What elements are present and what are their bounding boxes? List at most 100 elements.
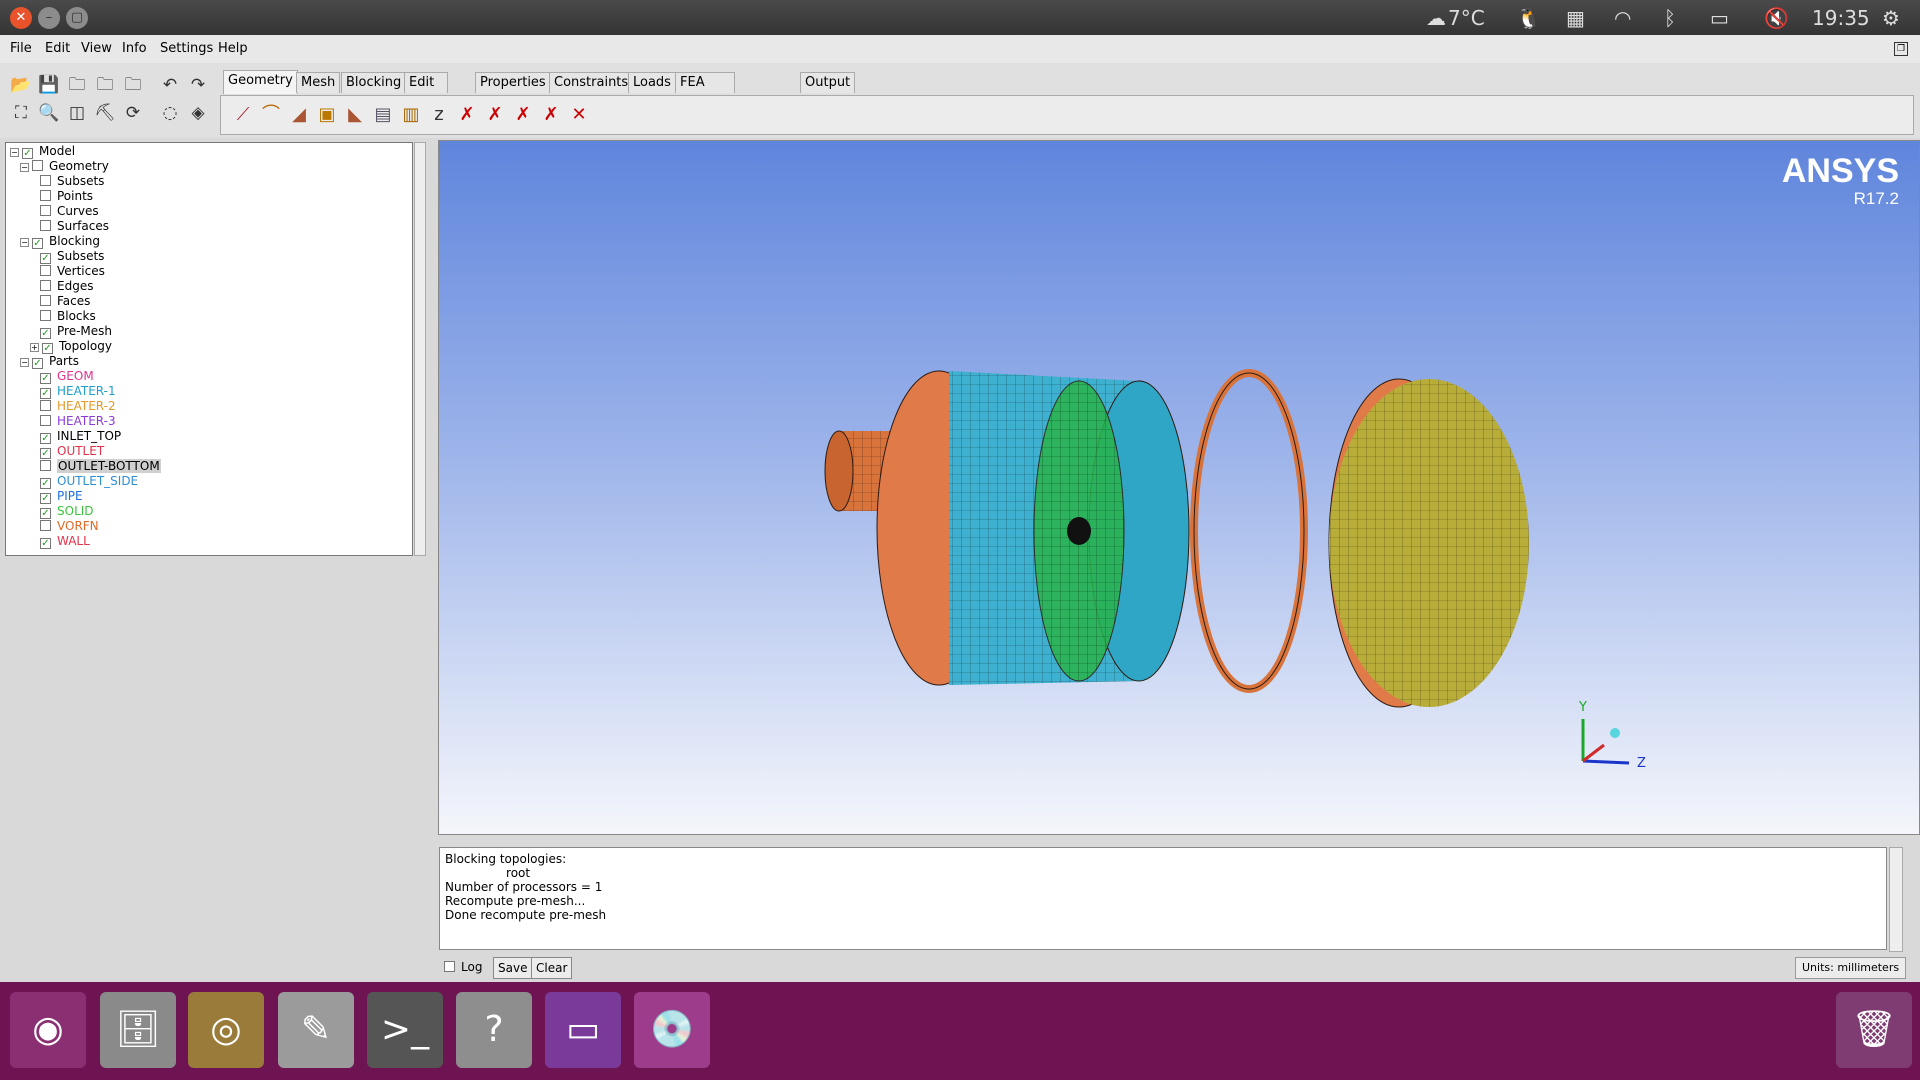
tab-edit-mesh[interactable]: Edit Mesh [404, 72, 449, 110]
tux-icon[interactable]: 🐧 [1516, 6, 1541, 30]
tree-node-model[interactable]: − ✓ Model [10, 144, 75, 159]
tab-constraints[interactable]: Constraints [549, 72, 634, 93]
disk-drive-icon[interactable]: 💿 [634, 992, 710, 1068]
weather-icon[interactable]: ☁ [1426, 6, 1446, 30]
tree-part-pipe[interactable]: ✓ PIPE [40, 489, 83, 504]
battery-icon[interactable]: ▭ [1710, 6, 1729, 30]
log-scrollbar[interactable] [1889, 847, 1903, 952]
outlet-ring[interactable] [1190, 369, 1308, 693]
tree-part-outlet[interactable]: ✓ OUTLET [40, 444, 104, 459]
tree-item-pre-mesh[interactable]: ✓ Pre-Mesh [40, 324, 112, 339]
heater-body[interactable] [876, 370, 1190, 686]
mesh-view-icon[interactable]: ⛏ [93, 101, 117, 125]
tree-part-heater-1[interactable]: ✓ HEATER-1 [40, 384, 116, 399]
trash-icon[interactable]: 🗑 [1836, 992, 1912, 1068]
delete-point-icon[interactable]: ✗ [455, 103, 479, 127]
tree-node-parts[interactable]: − ✓ Parts [20, 354, 79, 369]
tree-scrollbar[interactable] [414, 142, 426, 556]
outlet-dome[interactable] [1328, 378, 1529, 708]
menu-settings[interactable]: Settings [160, 41, 213, 56]
transform-geometry-icon[interactable]: ▤ [371, 103, 395, 127]
ubuntu-logo-icon[interactable]: ◉ [10, 992, 86, 1068]
tree-item-topology[interactable]: + ✓ Topology [30, 339, 112, 354]
menu-view[interactable]: View [81, 41, 112, 56]
delete-any-entity-icon[interactable]: ✕ [567, 103, 591, 127]
shading-icon[interactable]: ◈ [186, 101, 210, 125]
close-window-button[interactable]: ✕ [10, 7, 32, 29]
tab-blocking[interactable]: Blocking [341, 72, 407, 93]
tree-part-outlet-side[interactable]: ✓ OUTLET_SIDE [40, 474, 138, 489]
text-editor-icon[interactable]: ✎ [278, 992, 354, 1068]
menu-file[interactable]: File [10, 41, 32, 56]
tree-part-inlet-top[interactable]: ✓ INLET_TOP [40, 429, 121, 444]
tree-part-outlet-bottom[interactable]: OUTLET-BOTTOM [40, 459, 161, 474]
volume-muted-icon[interactable]: 🔇 [1764, 6, 1789, 30]
tree-part-vorfn[interactable]: VORFN [40, 519, 99, 534]
delete-body-icon[interactable]: ✗ [539, 103, 563, 127]
create-point-icon[interactable]: ⟋ [231, 103, 255, 127]
tree-item-edges[interactable]: Edges [40, 279, 93, 294]
restore-window-icon[interactable]: ❐ [1894, 42, 1908, 56]
menu-edit[interactable]: Edit [45, 41, 70, 56]
tree-item-vertices[interactable]: Vertices [40, 264, 105, 279]
zoom-icon[interactable]: 🔍 [37, 101, 61, 125]
fit-window-icon[interactable]: ⛶ [9, 101, 33, 125]
menu-info[interactable]: Info [122, 41, 147, 56]
menu-help[interactable]: Help [218, 41, 248, 56]
midsurface-icon[interactable]: ▥ [399, 103, 423, 127]
tree-item-curves[interactable]: Curves [40, 204, 99, 219]
tree-part-wall[interactable]: ✓ WALL [40, 534, 90, 549]
tab-geometry[interactable]: Geometry [223, 70, 298, 94]
delete-curve-icon[interactable]: ✗ [483, 103, 507, 127]
repair-geometry-icon[interactable]: ◣ [343, 103, 367, 127]
clock[interactable]: 19:35 [1812, 6, 1870, 30]
create-faceted-icon[interactable]: z [427, 103, 451, 127]
calendar-icon[interactable]: ▦ [1566, 6, 1585, 30]
tree-part-heater-3[interactable]: HEATER-3 [40, 414, 116, 429]
temperature-label[interactable]: 7°C [1448, 6, 1485, 30]
file-manager-icon[interactable]: 🗄 [100, 992, 176, 1068]
settings-gear-icon[interactable]: ⚙ [1882, 6, 1900, 30]
tree-item-surfaces[interactable]: Surfaces [40, 219, 109, 234]
mesh-model[interactable]: Y Z [439, 141, 1919, 834]
maximize-window-button[interactable]: ▢ [66, 7, 88, 29]
tree-item-points[interactable]: Points [40, 189, 93, 204]
tree-item-faces[interactable]: Faces [40, 294, 90, 309]
undo-icon[interactable]: ↶ [158, 73, 182, 97]
tab-mesh[interactable]: Mesh [296, 72, 341, 93]
refresh-icon[interactable]: ⟳ [121, 101, 145, 125]
open-folder-icon[interactable]: 📂 [9, 73, 33, 97]
tree-item-blocks[interactable]: Blocks [40, 309, 96, 324]
tab-loads[interactable]: Loads [628, 72, 676, 93]
tab-properties[interactable]: Properties [475, 72, 551, 93]
window-app-icon[interactable]: ▭ [545, 992, 621, 1068]
tab-output-mesh[interactable]: Output Mesh [800, 72, 856, 110]
save-button[interactable]: Save [493, 957, 533, 979]
tree-part-geom[interactable]: ✓ GEOM [40, 369, 94, 384]
clear-button[interactable]: Clear [531, 957, 573, 979]
tab-fea-solve-options[interactable]: FEA Solve Options [675, 72, 736, 130]
tree-item-blocking-subsets[interactable]: ✓ Subsets [40, 249, 104, 264]
wifi-icon[interactable]: ◠ [1614, 6, 1631, 30]
open-blocking-icon[interactable]: 🗀 [121, 73, 145, 97]
chrome-icon[interactable]: ◎ [188, 992, 264, 1068]
create-curve-icon[interactable]: ⌒ [259, 103, 283, 127]
open-geometry-icon[interactable]: 🗀 [65, 73, 89, 97]
graphics-viewport[interactable]: ANSYS R17.2 Y Z [438, 140, 1920, 835]
create-body-icon[interactable]: ▣ [315, 103, 339, 127]
measure-icon[interactable]: ◌ [158, 101, 182, 125]
bluetooth-icon[interactable]: ᛒ [1664, 6, 1676, 30]
minimize-window-button[interactable]: – [38, 7, 60, 29]
tree-item-geometry-subsets[interactable]: Subsets [40, 174, 104, 189]
tree-part-solid[interactable]: ✓ SOLID [40, 504, 94, 519]
delete-surface-icon[interactable]: ✗ [511, 103, 535, 127]
tree-part-heater-2[interactable]: HEATER-2 [40, 399, 116, 414]
tree-node-geometry[interactable]: − Geometry [20, 159, 109, 174]
help-icon[interactable]: ? [456, 992, 532, 1068]
log-checkbox[interactable] [444, 961, 455, 972]
view-icon[interactable]: ◫ [65, 101, 89, 125]
tree-node-blocking[interactable]: − ✓ Blocking [20, 234, 100, 249]
redo-icon[interactable]: ↷ [186, 73, 210, 97]
save-icon[interactable]: 💾 [37, 73, 61, 97]
create-surface-icon[interactable]: ◢ [287, 103, 311, 127]
